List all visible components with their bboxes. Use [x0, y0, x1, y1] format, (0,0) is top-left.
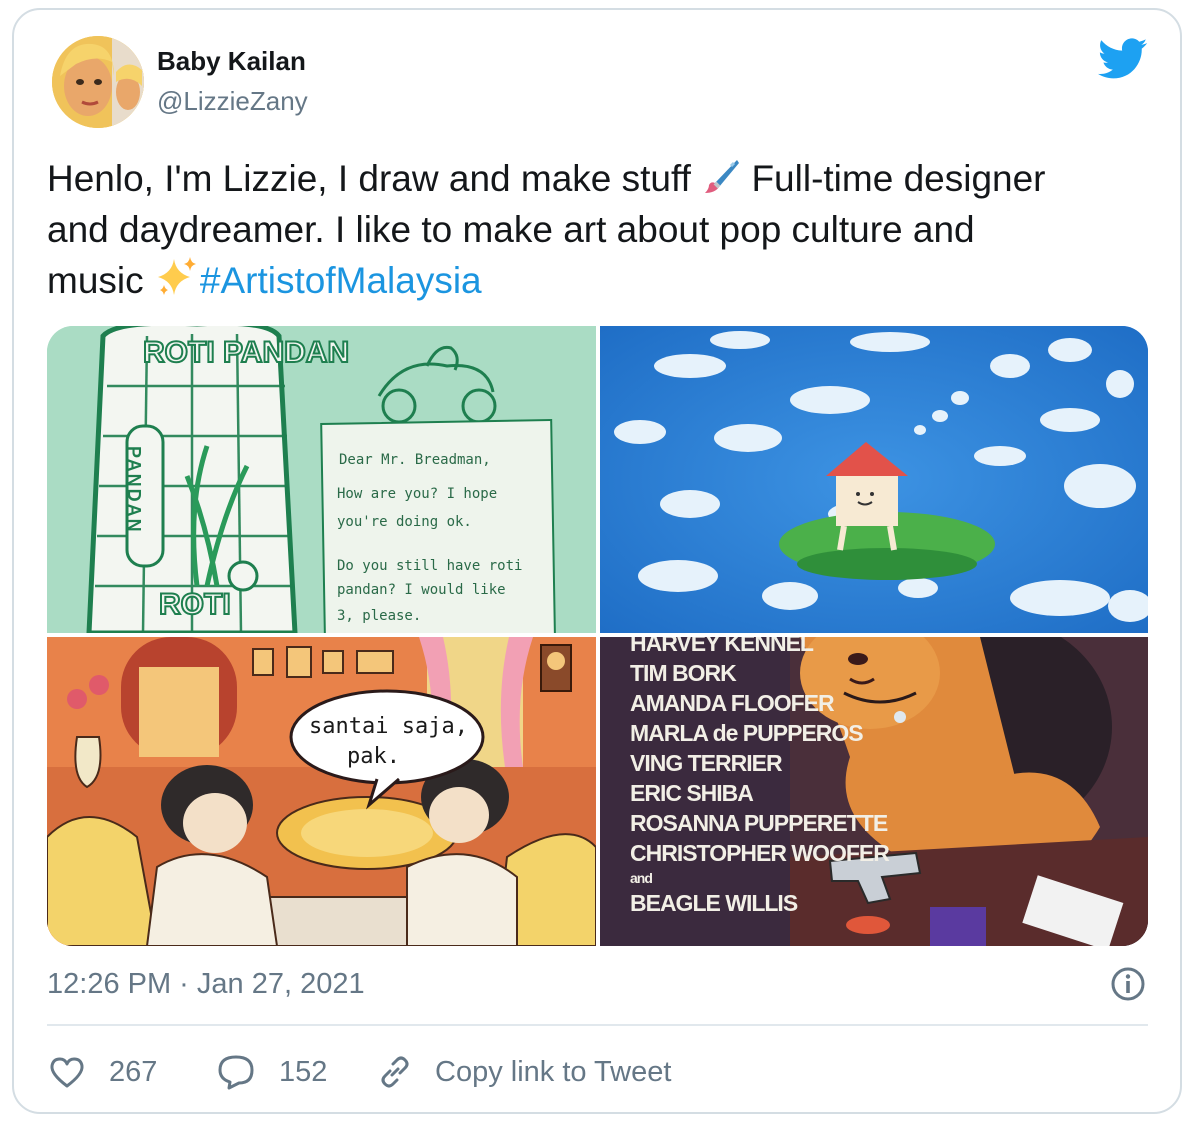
user-handle[interactable]: @LizzieZany — [157, 86, 308, 117]
info-icon[interactable] — [1110, 966, 1146, 1002]
bag-bottom-text: ROTI — [159, 588, 231, 621]
tweet-text-line-2: and daydreamer. I like to make art about… — [47, 209, 975, 250]
credit-name: and — [630, 870, 652, 886]
reply-button[interactable]: 152 — [217, 1052, 327, 1092]
bag-title-text: ROTI PANDAN — [143, 336, 349, 369]
display-name[interactable]: Baby Kailan — [157, 46, 306, 77]
media-image-cloud-sky[interactable] — [600, 326, 1148, 633]
heart-icon — [50, 1057, 84, 1088]
note-line: 3, please. — [337, 608, 421, 624]
credit-name: ROSANNA PUPPERETTE — [630, 810, 888, 836]
hashtag-link[interactable]: #ArtistofMalaysia — [200, 260, 482, 301]
like-count: 267 — [109, 1055, 158, 1088]
twitter-bird-icon[interactable] — [1098, 38, 1148, 80]
credit-name: AMANDA FLOOFER — [630, 690, 835, 716]
link-icon — [381, 1056, 409, 1088]
credit-name: MARLA de PUPPEROS — [630, 720, 863, 746]
note-line: How are you? I hope — [337, 486, 497, 502]
credit-name: TIM BORK — [630, 660, 737, 686]
media-grid: ROTI PANDAN PANDAN ROTI Dear Mr. Breadma… — [47, 326, 1148, 946]
bag-side-text: PANDAN — [124, 446, 144, 534]
tweet-text-line-1: Henlo, I'm Lizzie, I draw and make stuff — [47, 158, 691, 199]
credit-name: VING TERRIER — [630, 750, 783, 776]
note-line: Dear Mr. Breadman, — [339, 452, 491, 468]
tweet-text: Henlo, I'm Lizzie, I draw and make stuff… — [47, 153, 1147, 306]
note-line: pandan? I would like — [337, 582, 506, 598]
reply-bubble-icon — [218, 1055, 254, 1090]
avatar[interactable] — [52, 36, 144, 128]
reply-count: 152 — [279, 1055, 328, 1088]
credit-name: BEAGLE WILLIS — [630, 890, 798, 916]
tweet-timestamp[interactable]: 12:26 PM · Jan 27, 2021 — [47, 968, 365, 1001]
media-image-dog-credits[interactable]: HARVEY KENNEL TIM BORK AMANDA FLOOFER MA… — [600, 637, 1148, 946]
like-button[interactable]: 267 — [49, 1052, 157, 1092]
copy-link-label: Copy link to Tweet — [435, 1055, 672, 1088]
paintbrush-emoji-icon — [705, 160, 740, 193]
media-image-santai-saja[interactable]: santai saja, pak. — [47, 637, 596, 946]
copy-link-button[interactable]: Copy link to Tweet — [377, 1052, 671, 1092]
note-line: you're doing ok. — [337, 514, 472, 530]
credit-name: ERIC SHIBA — [630, 780, 753, 806]
tweet-text-line-3: music — [47, 260, 144, 301]
note-line: Do you still have roti — [337, 558, 522, 574]
divider — [47, 1024, 1148, 1026]
tweet-text-line-1-tail: Full-time designer — [751, 158, 1046, 199]
speech-bubble-line-1: santai saja, — [309, 714, 468, 739]
credit-name: HARVEY KENNEL — [630, 637, 814, 656]
media-image-roti-pandan[interactable]: ROTI PANDAN PANDAN ROTI Dear Mr. Breadma… — [47, 326, 596, 633]
speech-bubble-line-2: pak. — [347, 744, 400, 769]
sparkles-emoji-icon — [157, 257, 196, 295]
credit-name: CHRISTOPHER WOOFER — [630, 840, 890, 866]
